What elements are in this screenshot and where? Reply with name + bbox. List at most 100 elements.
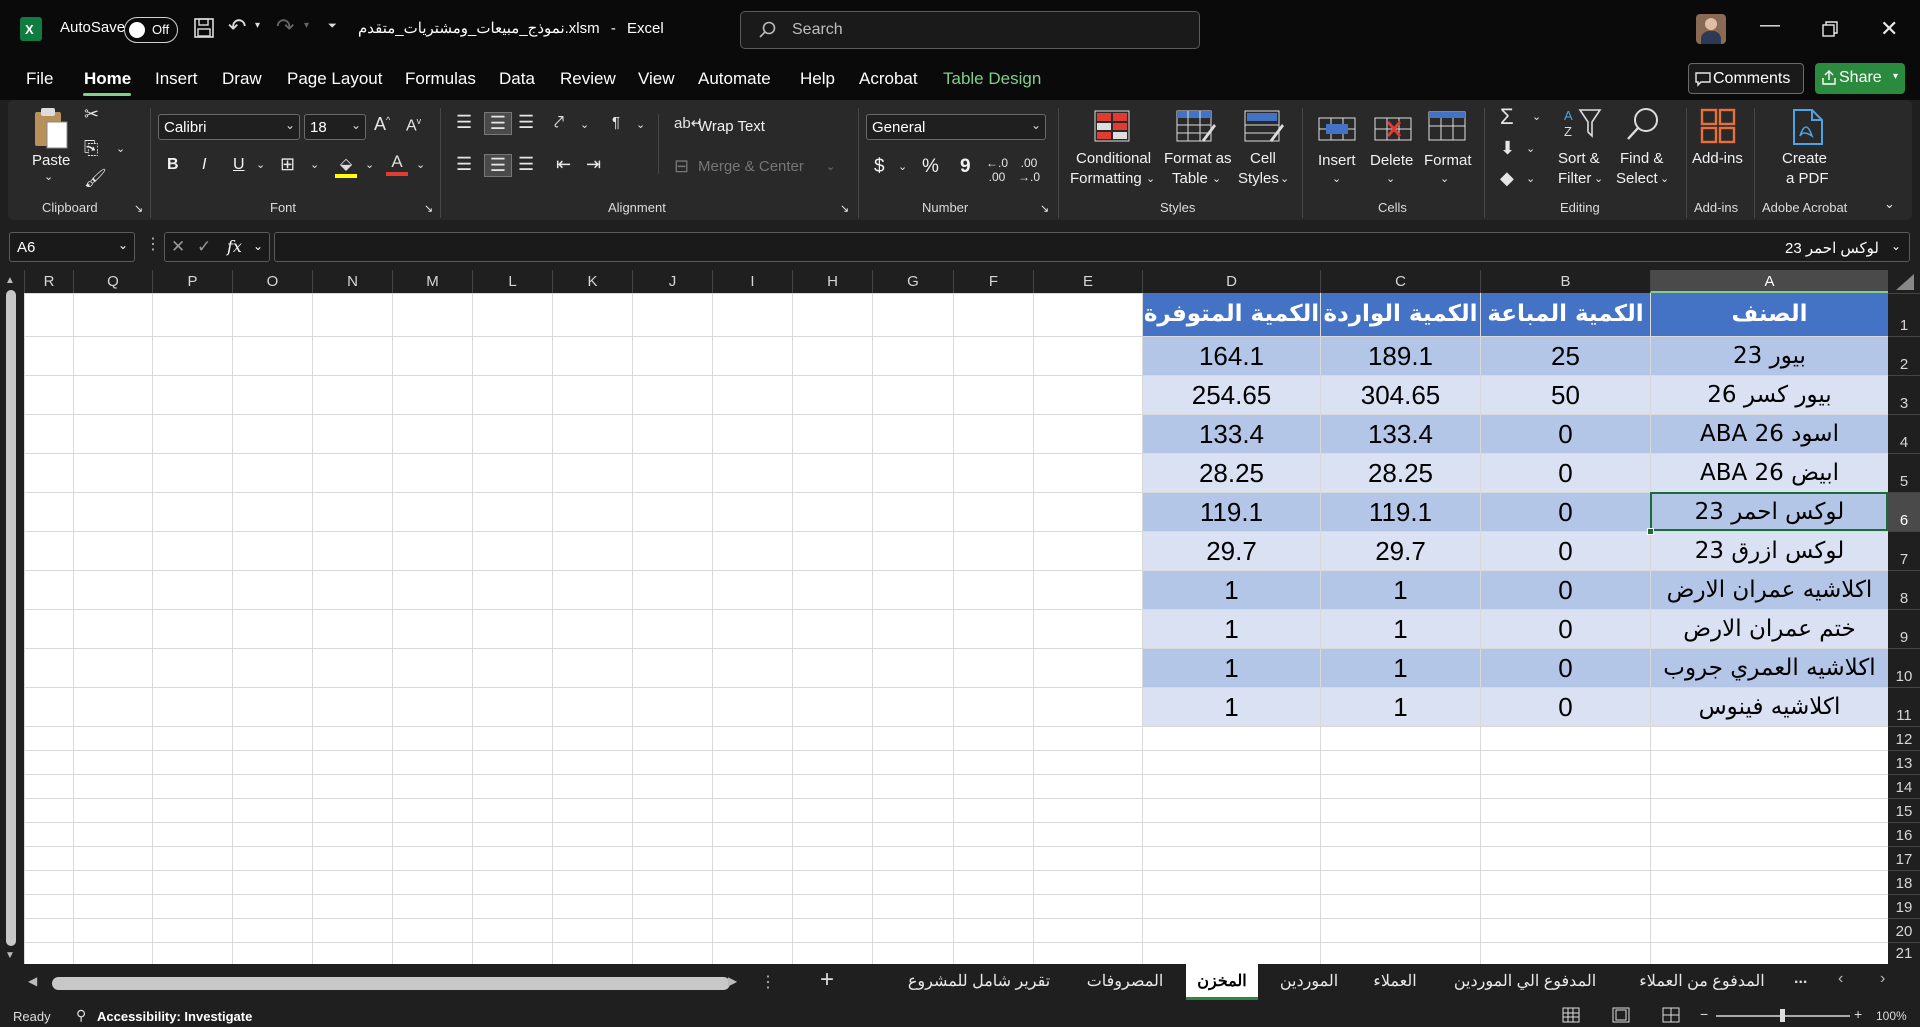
find-select-line1[interactable]: Find & (1620, 150, 1663, 167)
currency-button[interactable]: $ (874, 156, 885, 178)
row-header-15[interactable]: 15 (1888, 798, 1920, 822)
table-header-d[interactable]: الكمية المتوفرة (1143, 293, 1320, 336)
row-header-2[interactable]: 2 (1888, 336, 1920, 375)
minimize-icon[interactable]: — (1760, 14, 1780, 37)
fill-color-dropdown-icon[interactable]: ⌄ (365, 158, 374, 171)
column-header-p[interactable]: P (152, 270, 232, 293)
next-sheet-icon[interactable]: › (1880, 970, 1885, 988)
table-cell-d11[interactable]: 1 (1143, 688, 1320, 726)
table-header-c[interactable]: الكمية الواردة (1321, 293, 1480, 336)
comma-button[interactable]: 9 (960, 156, 971, 178)
cancel-entry-icon[interactable]: ✕ (171, 237, 185, 257)
format-as-table-icon[interactable] (1176, 110, 1216, 147)
conditional-formatting-dropdown-icon[interactable]: ⌄ (1146, 172, 1155, 185)
horizontal-scrollbar[interactable] (52, 977, 730, 990)
save-icon[interactable] (194, 18, 214, 41)
find-select-line2[interactable]: Select (1616, 170, 1658, 187)
number-launcher-icon[interactable]: ↘ (1040, 202, 1049, 215)
table-cell-b9[interactable]: 0 (1481, 610, 1650, 648)
sort-filter-dropdown-icon[interactable]: ⌄ (1594, 172, 1603, 185)
decrease-decimal-icon[interactable]: .00 →.0 (1018, 156, 1040, 184)
scroll-up-icon[interactable]: ▲ (5, 275, 15, 286)
fill-icon[interactable]: ⬇ (1500, 138, 1515, 159)
close-icon[interactable]: ✕ (1880, 16, 1898, 42)
increase-indent-icon[interactable]: ⇥ (586, 154, 601, 175)
scroll-left-icon[interactable]: ◀ (28, 974, 37, 988)
select-all-corner[interactable] (1888, 270, 1920, 293)
expand-formula-icon[interactable]: ⌄ (1891, 239, 1901, 253)
table-cell-a2[interactable]: بيور 23 (1651, 337, 1888, 375)
customize-toolbar-icon[interactable]: ⏷ (328, 20, 337, 33)
align-top-icon[interactable]: ☰ (456, 112, 472, 133)
alignment-launcher-icon[interactable]: ↘ (840, 202, 849, 215)
menu-file[interactable]: File (26, 69, 53, 89)
column-header-q[interactable]: Q (73, 270, 152, 293)
row-header-4[interactable]: 4 (1888, 414, 1920, 453)
row-header-10[interactable]: 10 (1888, 648, 1920, 687)
menu-draw[interactable]: Draw (222, 69, 262, 89)
page-layout-view-icon[interactable] (1612, 1007, 1630, 1026)
increase-font-icon[interactable]: A^ (374, 114, 390, 135)
worksheet-grid[interactable]: الكمية المتوفرة الكمية الواردة الكمية المب… (24, 293, 1888, 964)
cell-styles-icon[interactable] (1244, 110, 1284, 147)
comments-button[interactable]: Comments (1688, 63, 1804, 94)
underline-dropdown-icon[interactable]: ⌄ (256, 158, 265, 171)
cut-icon[interactable]: ✂ (84, 104, 99, 125)
table-cell-b11[interactable]: 0 (1481, 688, 1650, 726)
row-header-9[interactable]: 9 (1888, 609, 1920, 648)
row-header-14[interactable]: 14 (1888, 774, 1920, 798)
autosum-icon[interactable]: Σ (1500, 104, 1514, 130)
menu-automate[interactable]: Automate (698, 69, 771, 89)
menu-acrobat[interactable]: Acrobat (859, 69, 918, 89)
menu-help[interactable]: Help (800, 69, 835, 89)
clear-dropdown-icon[interactable]: ⌄ (1526, 172, 1535, 185)
column-header-n[interactable]: N (312, 270, 392, 293)
column-header-m[interactable]: M (392, 270, 472, 293)
zoom-in-icon[interactable]: + (1854, 1006, 1862, 1022)
borders-dropdown-icon[interactable]: ⌄ (310, 158, 319, 171)
sheet-tab-expenses[interactable]: المصروفات (1072, 964, 1178, 1000)
align-bottom-icon[interactable]: ☰ (518, 112, 534, 133)
fill-color-icon[interactable]: ⬙ (335, 154, 357, 178)
page-break-view-icon[interactable] (1662, 1007, 1680, 1026)
insert-cells-button[interactable]: Insert (1318, 152, 1356, 169)
find-select-dropdown-icon[interactable]: ⌄ (1660, 172, 1669, 185)
clear-icon[interactable]: ◆ (1500, 168, 1514, 189)
borders-icon[interactable]: ⊞ (280, 154, 295, 175)
column-header-k[interactable]: K (552, 270, 632, 293)
table-header-a[interactable]: الصنف (1651, 293, 1888, 336)
autosave-toggle[interactable]: Off (124, 17, 178, 43)
restore-icon[interactable] (1822, 21, 1838, 40)
undo-icon[interactable]: ↶ (228, 14, 246, 40)
merge-center-icon[interactable]: ⊟ (674, 156, 689, 177)
table-cell-c7[interactable]: 29.7 (1321, 532, 1480, 570)
conditional-formatting-line1[interactable]: Conditional (1076, 150, 1151, 167)
row-header-13[interactable]: 13 (1888, 750, 1920, 774)
table-cell-b8[interactable]: 0 (1481, 571, 1650, 609)
share-button[interactable]: Share ▾ (1815, 63, 1905, 94)
orientation-dropdown-icon[interactable]: ⌄ (580, 118, 589, 131)
cell-styles-line2[interactable]: Styles (1238, 170, 1279, 187)
sheet-tab-customers[interactable]: العملاء (1360, 964, 1430, 1000)
font-launcher-icon[interactable]: ↘ (424, 202, 433, 215)
confirm-entry-icon[interactable]: ✓ (197, 237, 211, 257)
sheet-tab-inventory[interactable]: المخزن (1186, 964, 1258, 1000)
copy-dropdown-icon[interactable]: ⌄ (116, 142, 125, 155)
table-cell-b10[interactable]: 0 (1481, 649, 1650, 687)
table-cell-b6[interactable]: 0 (1481, 493, 1650, 531)
font-color-icon[interactable]: A (386, 152, 408, 178)
table-cell-b7[interactable]: 0 (1481, 532, 1650, 570)
column-header-f[interactable]: F (953, 270, 1033, 293)
column-header-g[interactable]: G (872, 270, 953, 293)
insert-cells-icon[interactable] (1318, 110, 1356, 147)
column-header-j[interactable]: J (632, 270, 712, 293)
column-header-d[interactable]: D (1142, 270, 1320, 293)
align-right-icon[interactable]: ☰ (518, 154, 534, 175)
delete-cells-icon[interactable] (1374, 110, 1412, 147)
table-cell-d8[interactable]: 1 (1143, 571, 1320, 609)
table-cell-b2[interactable]: 25 (1481, 337, 1650, 375)
table-cell-d10[interactable]: 1 (1143, 649, 1320, 687)
format-as-table-line1[interactable]: Format as (1164, 150, 1232, 167)
menu-table-design[interactable]: Table Design (943, 69, 1041, 89)
row-header-20[interactable]: 20 (1888, 918, 1920, 942)
